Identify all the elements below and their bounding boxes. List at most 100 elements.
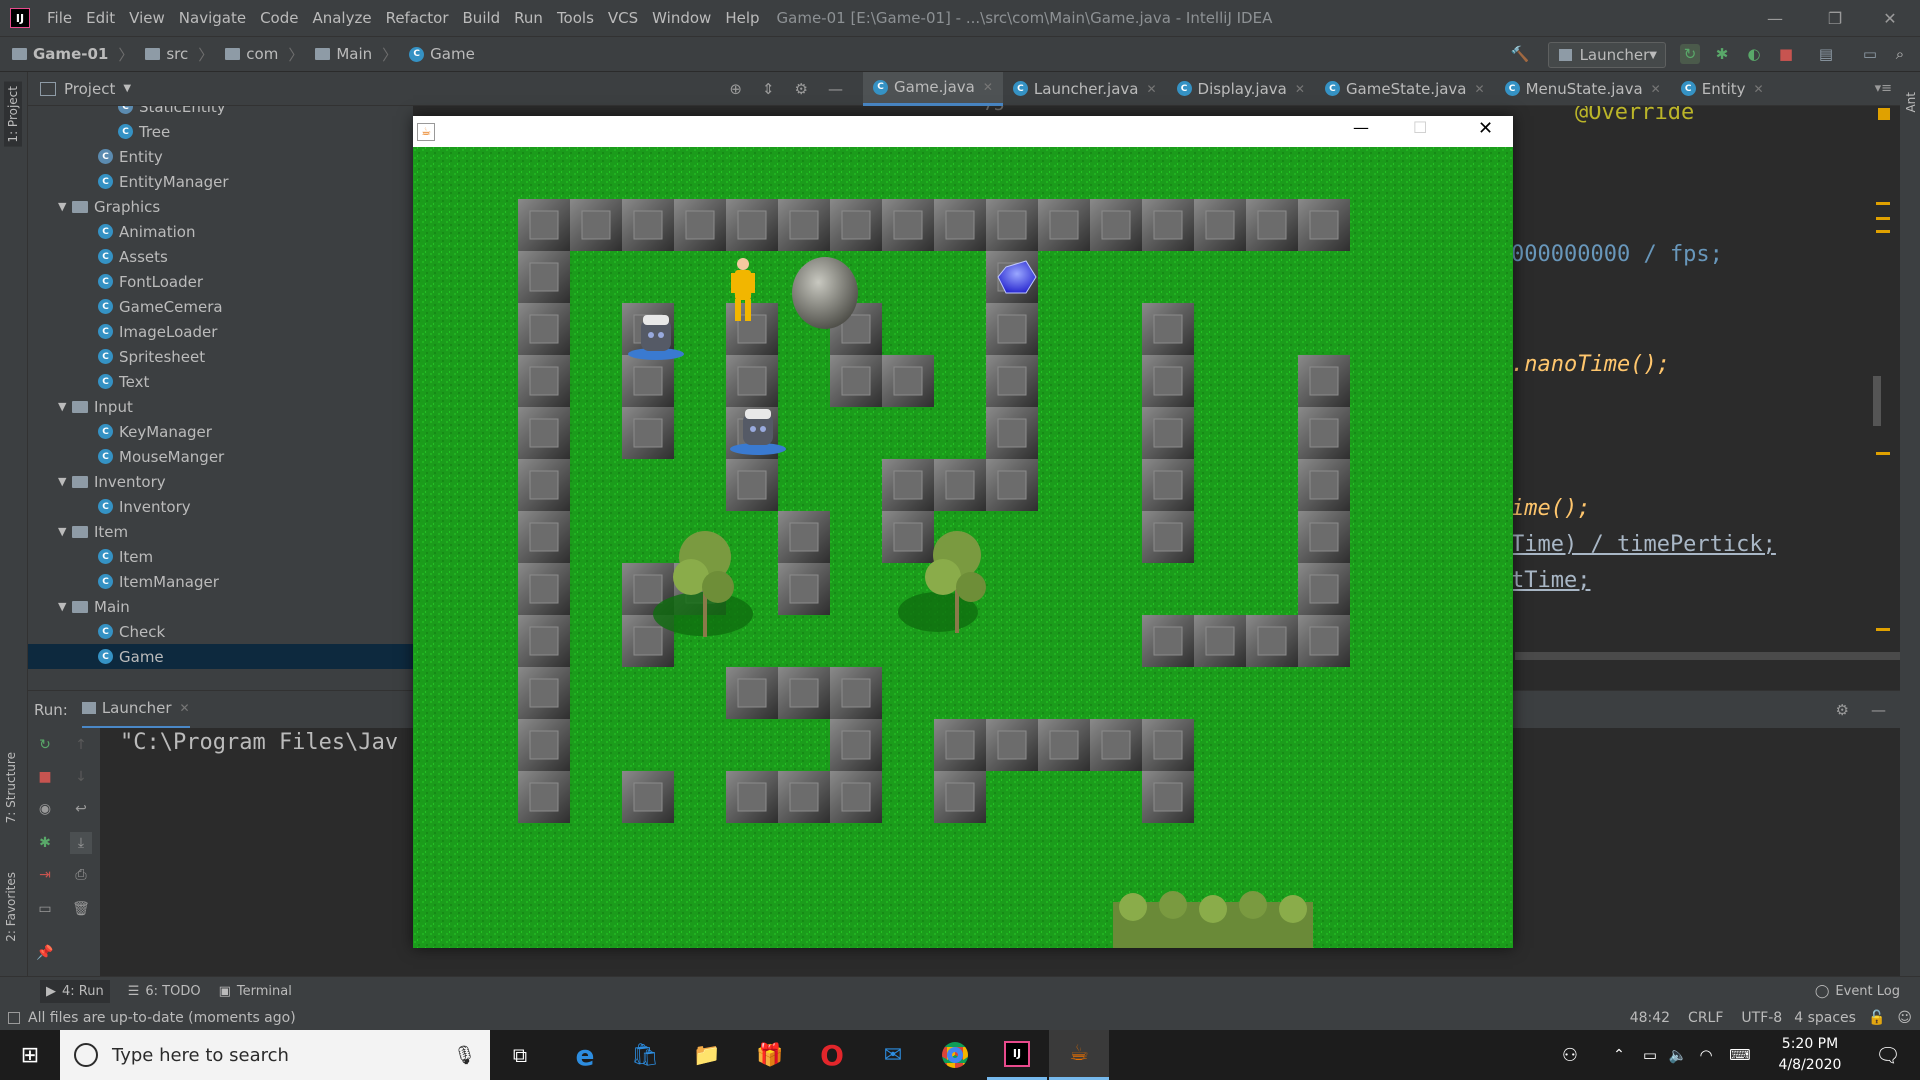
tree-class[interactable]: C ItemManager xyxy=(98,569,219,594)
tab-structure-vertical[interactable]: 7: Structure xyxy=(4,752,18,823)
edge-browser-icon[interactable]: e xyxy=(555,1030,615,1080)
menu-code[interactable]: Code xyxy=(253,0,305,36)
tree-class[interactable]: C StaticEntity xyxy=(118,106,226,119)
intellij-taskbar-icon[interactable]: IJ xyxy=(987,1030,1047,1080)
down-arrow-icon[interactable]: ↓ xyxy=(70,766,92,788)
game-close-button[interactable]: ✕ xyxy=(1478,118,1493,139)
tree-package[interactable]: ▼ Item xyxy=(58,519,128,544)
editor-tab[interactable]: C Entity ✕ xyxy=(1671,72,1774,106)
chevron-down-icon[interactable]: ▼ xyxy=(58,475,72,488)
game-minimize-button[interactable]: — xyxy=(1353,118,1369,137)
menu-build[interactable]: Build xyxy=(456,0,508,36)
tree-package[interactable]: ▼ Graphics xyxy=(58,194,160,219)
tree-class[interactable]: C ImageLoader xyxy=(98,319,217,344)
tree-class[interactable]: C GameCemera xyxy=(98,294,223,319)
hide-panel-icon[interactable]: — xyxy=(1871,701,1886,719)
layout-icon[interactable]: ▭ xyxy=(34,898,56,920)
build-hammer-icon[interactable]: 🔨 xyxy=(1510,44,1530,64)
chrome-browser-icon[interactable] xyxy=(925,1030,985,1080)
trash-icon[interactable]: 🗑 xyxy=(70,898,92,920)
close-button[interactable]: ✕ xyxy=(1860,0,1920,36)
run-configuration-select[interactable]: Launcher ▼ xyxy=(1548,42,1666,68)
tree-class[interactable]: C KeyManager xyxy=(98,419,212,444)
stop-icon[interactable]: ■ xyxy=(34,766,56,788)
editor-tab[interactable]: C GameState.java ✕ xyxy=(1315,72,1495,106)
layout-icon[interactable]: ▭ xyxy=(1860,44,1880,64)
menu-help[interactable]: Help xyxy=(718,0,766,36)
search-icon[interactable]: ⌕ xyxy=(1890,44,1910,64)
editor-tab[interactable]: C MenuState.java ✕ xyxy=(1495,72,1671,106)
exit-icon[interactable]: ⇥ xyxy=(34,864,56,886)
stop-icon[interactable]: ■ xyxy=(1776,44,1796,64)
restore-button[interactable]: ❐ xyxy=(1805,0,1865,36)
close-icon[interactable]: ✕ xyxy=(1475,82,1485,96)
game-maximize-button[interactable]: ☐ xyxy=(1413,118,1427,137)
opera-browser-icon[interactable]: O xyxy=(802,1030,862,1080)
menu-file[interactable]: File xyxy=(40,0,79,36)
close-icon[interactable]: ✕ xyxy=(180,701,190,715)
microphone-icon[interactable]: 🎙 xyxy=(453,1045,476,1066)
chevron-down-icon[interactable]: ▼ xyxy=(123,83,131,94)
store-icon[interactable]: 🛍 xyxy=(615,1030,675,1080)
chevron-up-icon[interactable]: ⌃ xyxy=(1605,1030,1633,1080)
windows-start-icon[interactable]: ⊞ xyxy=(0,1030,60,1080)
indent-setting[interactable]: 4 spaces xyxy=(1794,1010,1856,1026)
file-explorer-icon[interactable]: 📁 xyxy=(677,1030,737,1080)
mail-icon[interactable]: ✉ xyxy=(863,1030,923,1080)
tree-class[interactable]: C EntityManager xyxy=(98,169,229,194)
tab-todo[interactable]: ☰ 6: TODO xyxy=(128,984,201,999)
tree-class[interactable]: C Item xyxy=(98,544,153,569)
pin-icon[interactable]: 📌 xyxy=(34,942,56,964)
game-canvas[interactable] xyxy=(413,147,1513,948)
wifi-icon[interactable]: ◠ xyxy=(1692,1030,1720,1080)
scroll-to-end-icon[interactable]: ⤓ xyxy=(70,832,92,854)
close-icon[interactable]: ✕ xyxy=(983,80,993,94)
up-arrow-icon[interactable]: ↑ xyxy=(70,734,92,756)
rerun-icon[interactable]: ↻ xyxy=(34,734,56,756)
taskbar-search-box[interactable]: Type here to search 🎙 xyxy=(60,1030,490,1080)
debug-bug-icon[interactable]: ✱ xyxy=(1712,44,1732,64)
tree-package[interactable]: ▼ Inventory xyxy=(58,469,166,494)
game-scene[interactable] xyxy=(413,147,1513,948)
tree-class[interactable]: C Text xyxy=(98,369,149,394)
people-icon[interactable]: ⚇ xyxy=(1550,1030,1590,1080)
menu-refactor[interactable]: Refactor xyxy=(379,0,456,36)
tab-overflow-icon[interactable]: ▾≡ xyxy=(1875,81,1892,96)
editor-tab[interactable]: C Launcher.java ✕ xyxy=(1003,72,1167,106)
camera-icon[interactable]: ◉ xyxy=(34,798,56,820)
tree-class[interactable]: C MouseManger xyxy=(98,444,224,469)
collapse-all-icon[interactable]: ⇕ xyxy=(762,80,775,98)
print-icon[interactable]: ⎙ xyxy=(70,864,92,886)
coverage-icon[interactable]: ◐ xyxy=(1744,44,1764,64)
tree-class[interactable]: C Animation xyxy=(98,219,195,244)
gear-icon[interactable]: ⚙ xyxy=(795,80,808,98)
chevron-down-icon[interactable]: ▼ xyxy=(58,200,72,213)
tool-window-icon[interactable] xyxy=(8,1012,20,1024)
tree-class[interactable]: C Inventory xyxy=(98,494,191,519)
breadcrumb-project[interactable]: Game-01 〉 xyxy=(12,44,133,65)
inspector-icon[interactable]: ☺ xyxy=(1897,1010,1912,1026)
run-tab-launcher[interactable]: Launcher ✕ xyxy=(81,691,190,729)
soft-wrap-icon[interactable]: ↩ xyxy=(70,798,92,820)
java-app-icon[interactable]: ☕ xyxy=(1049,1030,1109,1080)
tree-class[interactable]: C Spritesheet xyxy=(98,344,205,369)
breadcrumb-main[interactable]: Main 〉 xyxy=(315,44,397,65)
breadcrumb-com[interactable]: com 〉 xyxy=(225,44,303,65)
game-window-titlebar[interactable]: ☕ — ☐ ✕ xyxy=(413,116,1513,147)
close-icon[interactable]: ✕ xyxy=(1651,82,1661,96)
editor-tab[interactable]: C Display.java ✕ xyxy=(1167,72,1315,106)
taskbar-clock[interactable]: 5:20 PM 4/8/2020 xyxy=(1760,1034,1860,1076)
gear-icon[interactable]: ⚙ xyxy=(1836,701,1849,719)
rerun-icon[interactable]: ↻ xyxy=(1680,44,1700,64)
tree-class[interactable]: C Entity xyxy=(98,144,163,169)
locate-icon[interactable]: ⊕ xyxy=(729,80,742,98)
project-panel-title[interactable]: Project xyxy=(64,80,115,98)
tab-project-vertical[interactable]: 1: Project xyxy=(4,82,22,147)
tab-ant-vertical[interactable]: Ant xyxy=(1904,92,1918,113)
close-icon[interactable]: ✕ xyxy=(1146,82,1156,96)
chevron-down-icon[interactable]: ▼ xyxy=(58,525,72,538)
warning-marker[interactable] xyxy=(1878,108,1890,120)
debug-bug-icon[interactable]: ✱ xyxy=(34,832,56,854)
menu-vcs[interactable]: VCS xyxy=(601,0,645,36)
file-encoding[interactable]: UTF-8 xyxy=(1741,1010,1782,1026)
